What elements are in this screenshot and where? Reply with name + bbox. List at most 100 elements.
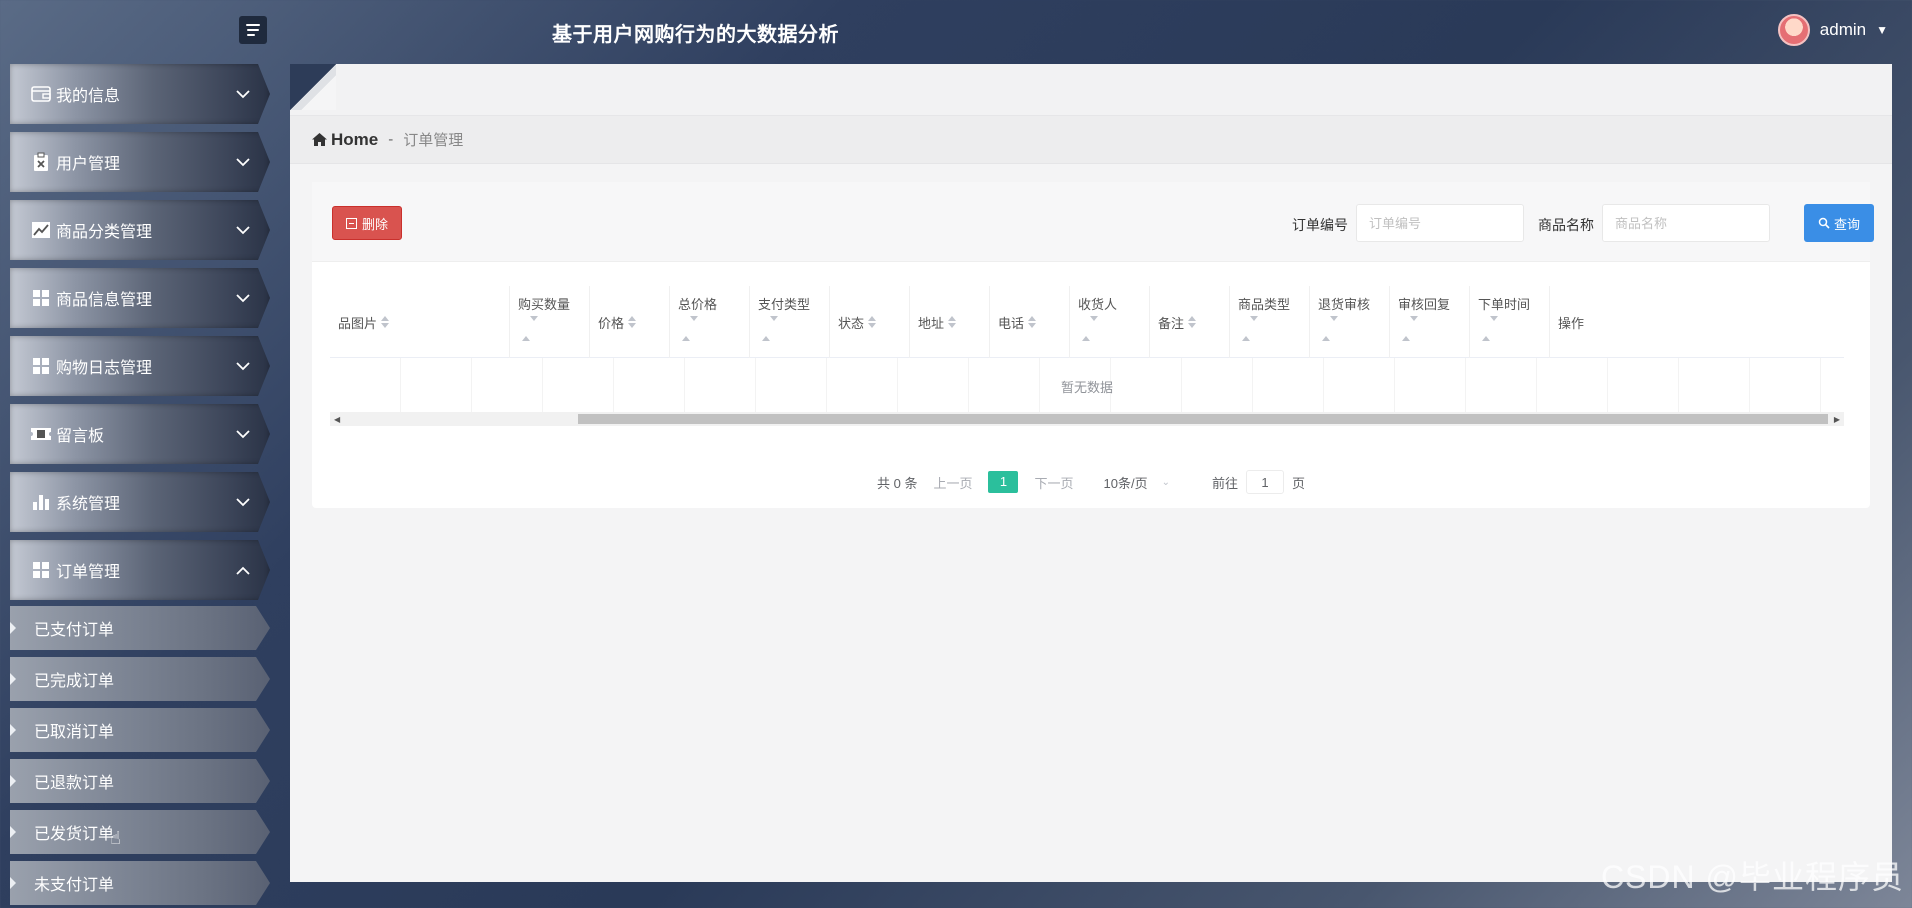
sort-icon[interactable] [1242, 316, 1301, 341]
sidebar-item-shopping-log[interactable]: 购物日志管理 [10, 336, 270, 396]
column-label: 收货人 [1078, 297, 1118, 312]
hand-cursor-icon: ☝ [110, 828, 121, 848]
order-no-label: 订单编号 [1292, 217, 1348, 233]
sidebar-item-label: 留言板 [56, 428, 105, 445]
sidebar-item-user-management[interactable]: 用户管理 [10, 132, 270, 192]
column-header-review-reply[interactable]: 审核回复 [1390, 286, 1470, 358]
goto-prefix: 前往 [1211, 475, 1238, 491]
column-header-status[interactable]: 状态 [830, 286, 910, 358]
chevron-down-icon: ⌄ [1161, 476, 1170, 488]
column-header-total-price[interactable]: 总价格 [670, 286, 750, 358]
goto-page-input[interactable] [1245, 470, 1284, 494]
scroll-left-icon[interactable]: ◀ [334, 415, 340, 424]
submenu-item-label: 已完成订单 [34, 673, 115, 690]
column-header-address[interactable]: 地址 [910, 286, 990, 358]
order-table: 品图片 购买数量 价格 总价格 支付类型 状态 地址 电话 收货人 备注 商品类… [330, 286, 1844, 426]
sidebar-item-category-management[interactable]: 商品分类管理 [10, 200, 270, 260]
chevron-down-icon [236, 494, 250, 510]
submenu-item-label: 已退款订单 [34, 775, 115, 792]
search-button[interactable]: 查询 [1804, 204, 1874, 242]
watermark: CSDN @毕业程序员 [1600, 859, 1904, 895]
page-size-value: 10条/页 [1103, 475, 1148, 491]
sidebar-item-label: 购物日志管理 [56, 360, 153, 377]
column-label: 价格 [598, 315, 625, 331]
sidebar-item-system-management[interactable]: 系统管理 [10, 472, 270, 532]
page-number-current[interactable]: 1 [988, 471, 1019, 493]
sidebar-item-product-management[interactable]: 商品信息管理 [10, 268, 270, 328]
sort-icon[interactable] [381, 316, 390, 328]
search-icon [1818, 217, 1830, 229]
clipboard-icon [30, 151, 52, 173]
delete-button[interactable]: 删除 [332, 206, 402, 240]
sidebar: 我的信息 用户管理 商品分类管理 商品信息管理 购物日志管理 留言板 系统管理 … [10, 64, 270, 908]
table-header: 品图片 购买数量 价格 总价格 支付类型 状态 地址 电话 收货人 备注 商品类… [330, 286, 1844, 358]
empty-state: 暂无数据 [330, 358, 1844, 414]
delete-button-label: 删除 [361, 216, 388, 232]
sidebar-item-my-info[interactable]: 我的信息 [10, 64, 270, 124]
page-size-select[interactable]: 10条/页 ⌄ [1104, 473, 1170, 492]
column-header-remark[interactable]: 备注 [1150, 286, 1230, 358]
submenu-item-paid-orders[interactable]: 已支付订单 [10, 606, 270, 650]
submenu-item-label: 已发货订单 [34, 826, 115, 843]
grid-icon [30, 559, 52, 581]
sort-icon[interactable] [1322, 316, 1381, 341]
order-list-card: 删除 订单编号 商品名称 查询 品图片 购买数量 价格 总价格 支付类型 状态 … [312, 182, 1874, 508]
submenu-item-label: 未支付订单 [34, 877, 115, 894]
sort-icon[interactable] [1028, 316, 1037, 328]
column-header-product-type[interactable]: 商品类型 [1230, 286, 1310, 358]
submenu-item-completed-orders[interactable]: 已完成订单 [10, 657, 270, 701]
minus-square-icon [345, 217, 357, 229]
grid-icon [30, 287, 52, 309]
scroll-right-icon[interactable]: ▶ [1834, 415, 1840, 424]
column-header-price[interactable]: 价格 [590, 286, 670, 358]
sort-icon[interactable] [1402, 316, 1461, 341]
submenu-item-cancelled-orders[interactable]: 已取消订单 [10, 708, 270, 752]
goto-suffix: 页 [1291, 475, 1305, 491]
sort-icon[interactable] [762, 316, 821, 341]
top-bar: 基于用户网购行为的大数据分析 admin ▼ [0, 0, 1912, 64]
sort-icon[interactable] [522, 316, 581, 341]
tab-strip [290, 64, 1892, 116]
sidebar-item-order-management[interactable]: 订单管理 [10, 540, 270, 600]
column-header-recipient[interactable]: 收货人 [1070, 286, 1150, 358]
sidebar-item-label: 用户管理 [56, 156, 121, 173]
user-menu[interactable]: admin ▼ [1777, 14, 1888, 46]
submenu-item-shipped-orders[interactable]: 已发货订单 ☝ [10, 810, 270, 854]
sort-icon[interactable] [1482, 316, 1541, 341]
sort-icon[interactable] [628, 316, 637, 328]
submenu-item-label: 已支付订单 [34, 622, 115, 639]
column-header-return-review[interactable]: 退货审核 [1310, 286, 1390, 358]
column-header-order-time[interactable]: 下单时间 [1470, 286, 1550, 358]
chevron-down-icon [236, 154, 250, 170]
sort-icon[interactable] [948, 316, 957, 328]
sort-icon[interactable] [1188, 316, 1197, 328]
breadcrumb-separator: - [388, 131, 394, 148]
chevron-down-icon [236, 358, 250, 374]
column-header-product-image[interactable]: 品图片 [330, 286, 510, 358]
column-header-quantity[interactable]: 购买数量 [510, 286, 590, 358]
sidebar-item-message-board[interactable]: 留言板 [10, 404, 270, 464]
goto-page: 前往 页 [1212, 470, 1305, 494]
prev-page-button[interactable]: 上一页 [933, 473, 972, 492]
sort-icon[interactable] [1082, 316, 1141, 341]
column-header-payment-type[interactable]: 支付类型 [750, 286, 830, 358]
sidebar-item-label: 系统管理 [56, 496, 121, 513]
sort-icon[interactable] [682, 316, 741, 341]
chevron-down-icon [236, 290, 250, 306]
column-label: 审核回复 [1398, 297, 1451, 312]
horizontal-scrollbar[interactable]: ◀ ▶ [330, 412, 1844, 426]
order-no-input[interactable] [1356, 204, 1524, 242]
scrollbar-thumb[interactable] [578, 414, 1828, 424]
next-page-button[interactable]: 下一页 [1034, 473, 1073, 492]
line-chart-icon [30, 219, 52, 241]
sort-icon[interactable] [868, 316, 877, 328]
column-label: 购买数量 [518, 297, 571, 312]
submenu-item-refunded-orders[interactable]: 已退款订单 [10, 759, 270, 803]
breadcrumb-home[interactable]: Home [312, 130, 378, 150]
submenu-item-unpaid-orders[interactable]: 未支付订单 [10, 861, 270, 905]
column-header-phone[interactable]: 电话 [990, 286, 1070, 358]
menu-toggle-icon[interactable] [239, 16, 267, 44]
product-name-input[interactable] [1602, 204, 1770, 242]
sidebar-item-label: 我的信息 [56, 88, 121, 105]
column-label: 品图片 [338, 315, 378, 331]
